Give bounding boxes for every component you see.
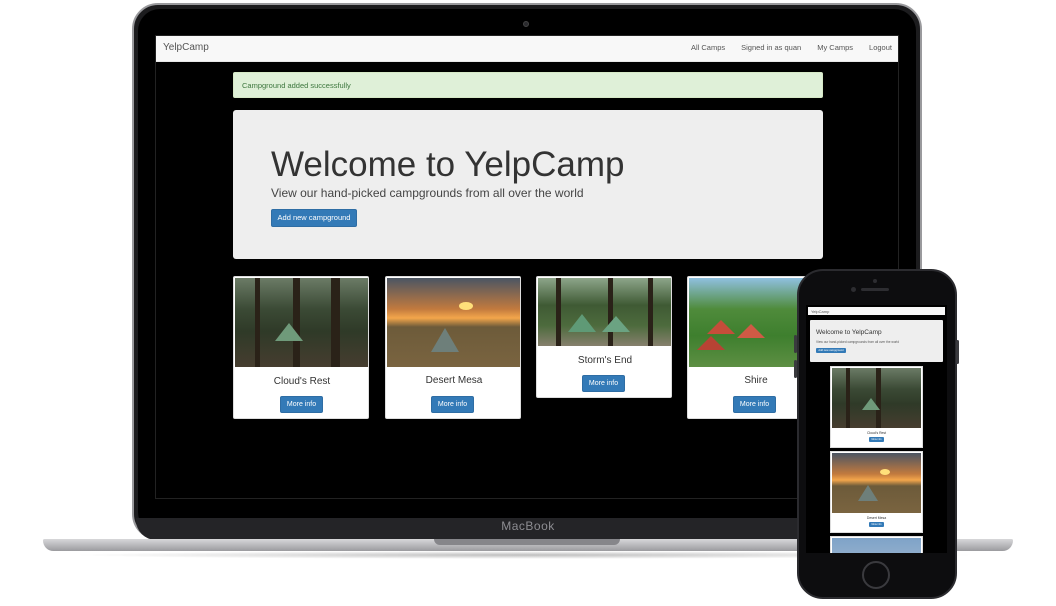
campground-name: Desert Mesa <box>425 375 483 386</box>
campground-card: Desert Mesa More info <box>385 276 521 419</box>
navbar: YelpCamp All Camps Signed in as quan My … <box>156 36 898 62</box>
phone-campground-thumbnail[interactable] <box>832 538 921 553</box>
phone-campground-card <box>830 536 923 553</box>
phone-add-campground-button[interactable]: Add new campground <box>816 348 846 353</box>
phone-campground-name: Desert Mesa <box>866 516 887 520</box>
campground-thumbnail[interactable] <box>538 278 671 346</box>
jumbotron: Welcome to YelpCamp View our hand-picked… <box>233 110 823 259</box>
laptop-screen: YelpCamp All Camps Signed in as quan My … <box>155 35 899 499</box>
laptop-camera <box>523 21 529 27</box>
phone-screen: YelpCamp Welcome to YelpCamp View our ha… <box>806 305 947 553</box>
campground-thumbnail[interactable] <box>387 278 520 367</box>
jumbotron-subtitle: View our hand-picked campgrounds from al… <box>271 186 584 200</box>
more-info-button[interactable]: More info <box>431 396 474 413</box>
phone-campground-thumbnail[interactable] <box>832 368 921 428</box>
more-info-button[interactable]: More info <box>733 396 776 413</box>
campground-name: Storm's End <box>577 355 633 366</box>
phone-volume-button <box>794 335 797 353</box>
campground-thumbnail[interactable] <box>235 278 368 367</box>
phone-home-button[interactable] <box>862 561 890 589</box>
phone-speaker <box>861 288 889 291</box>
nav-link-logout[interactable]: Logout <box>869 43 892 52</box>
more-info-button[interactable]: More info <box>280 396 323 413</box>
phone-navbar-brand[interactable]: YelpCamp <box>808 307 945 315</box>
navbar-brand[interactable]: YelpCamp <box>163 42 209 53</box>
nav-link-all-camps[interactable]: All Camps <box>691 43 725 52</box>
nav-signed-in-text[interactable]: Signed in as quan <box>741 43 801 52</box>
phone-more-info-button[interactable]: More info <box>869 437 884 442</box>
more-info-button[interactable]: More info <box>582 375 625 392</box>
phone-jumbotron-title: Welcome to YelpCamp <box>816 329 882 336</box>
phone-campground-card: Cloud's Rest More info <box>830 366 923 448</box>
campground-card: Storm's End More info <box>536 276 672 398</box>
add-campground-button[interactable]: Add new campground <box>271 209 357 227</box>
phone-camera <box>851 287 856 292</box>
phone-volume-button <box>794 360 797 378</box>
campground-name: Cloud's Rest <box>273 376 331 387</box>
campground-card: Cloud's Rest More info <box>233 276 369 419</box>
navbar-links: All Camps Signed in as quan My Camps Log… <box>691 43 892 52</box>
laptop-notch <box>434 539 620 545</box>
phone-jumbotron-subtitle: View our hand-picked campgrounds from al… <box>816 340 900 344</box>
phone-campground-card: Desert Mesa More info <box>830 451 923 533</box>
phone-campground-thumbnail[interactable] <box>832 453 921 513</box>
phone-campground-name: Cloud's Rest <box>866 431 887 435</box>
phone-sensor <box>873 279 877 283</box>
nav-link-my-camps[interactable]: My Camps <box>817 43 853 52</box>
phone-jumbotron: Welcome to YelpCamp View our hand-picked… <box>810 320 943 362</box>
phone-more-info-button[interactable]: More info <box>869 522 884 527</box>
jumbotron-title: Welcome to YelpCamp <box>271 145 625 184</box>
success-alert: Campground added successfully <box>233 72 823 98</box>
phone-power-button <box>956 340 959 364</box>
